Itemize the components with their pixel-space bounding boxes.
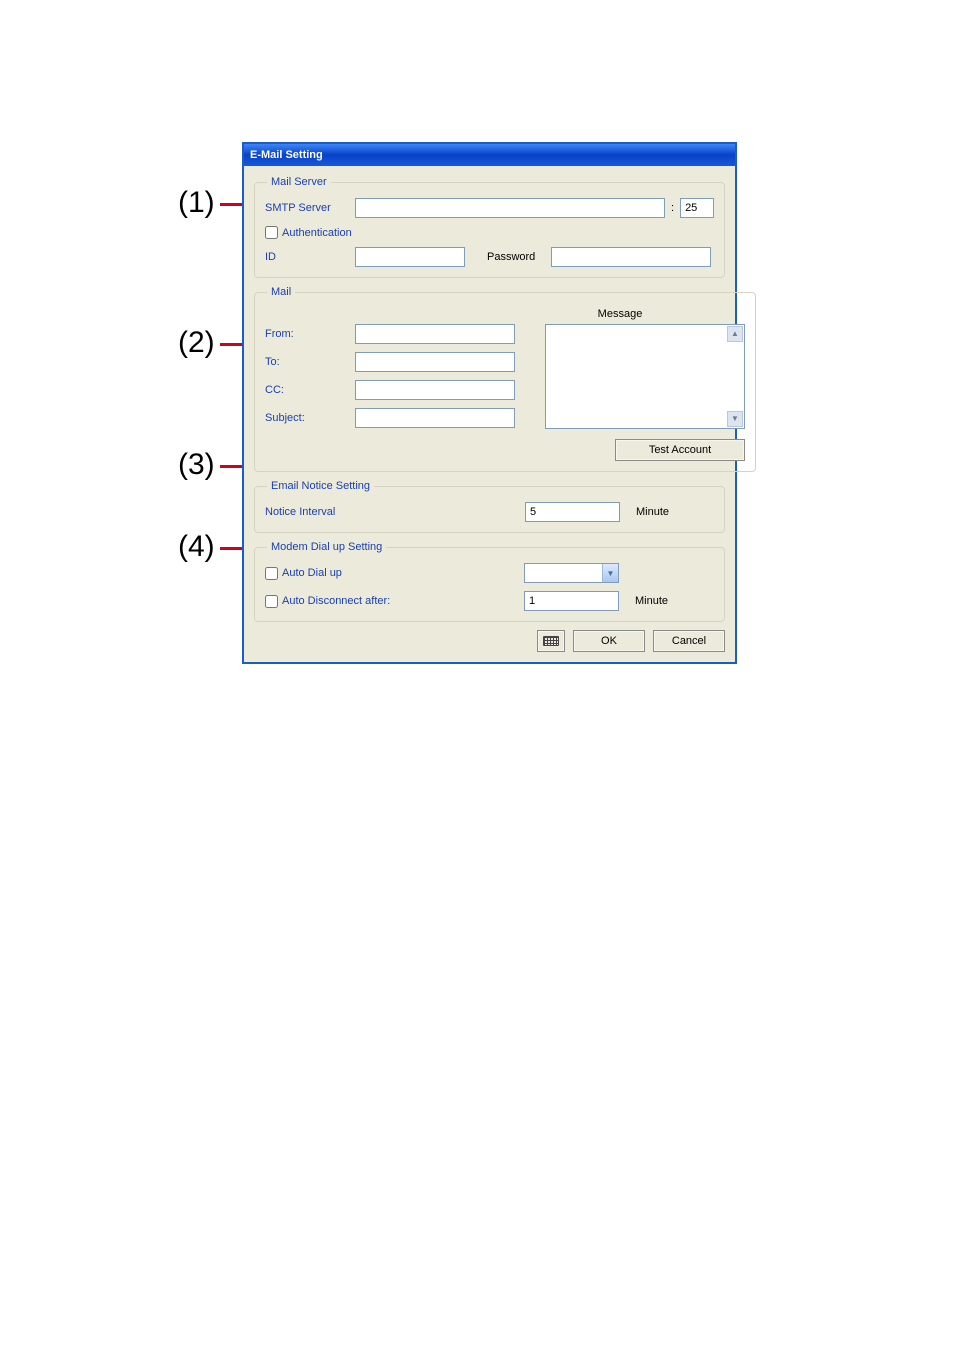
- label-id: ID: [265, 251, 355, 263]
- auto-dialup-combo[interactable]: ▼: [524, 563, 619, 583]
- label-from: From:: [265, 328, 355, 340]
- chevron-down-icon[interactable]: ▼: [602, 564, 618, 582]
- callout-4: (4): [178, 530, 215, 564]
- auto-dialup-checkbox[interactable]: [265, 567, 278, 580]
- label-cc: CC:: [265, 384, 355, 396]
- label-auto-disconnect-unit: Minute: [635, 595, 668, 607]
- legend-email-notice: Email Notice Setting: [267, 480, 374, 492]
- message-textarea[interactable]: ▲ ▼: [545, 324, 745, 429]
- label-notice-unit: Minute: [636, 506, 669, 518]
- legend-mail: Mail: [267, 286, 295, 298]
- auto-disconnect-checkbox[interactable]: [265, 595, 278, 608]
- label-auto-disconnect: Auto Disconnect after:: [282, 595, 524, 607]
- test-account-button[interactable]: Test Account: [615, 439, 745, 461]
- group-email-notice: Email Notice Setting Notice Interval Min…: [254, 480, 725, 533]
- scroll-down-icon[interactable]: ▼: [727, 411, 743, 427]
- email-setting-dialog: E-Mail Setting Mail Server SMTP Server :…: [242, 142, 737, 664]
- authentication-checkbox[interactable]: [265, 226, 278, 239]
- ok-button[interactable]: OK: [573, 630, 645, 652]
- legend-mail-server: Mail Server: [267, 176, 331, 188]
- password-input[interactable]: [551, 247, 711, 267]
- to-input[interactable]: [355, 352, 515, 372]
- scroll-up-icon[interactable]: ▲: [727, 326, 743, 342]
- smtp-port-input[interactable]: [680, 198, 714, 218]
- group-mail-server: Mail Server SMTP Server : Authentication…: [254, 176, 725, 278]
- smtp-server-input[interactable]: [355, 198, 665, 218]
- id-input[interactable]: [355, 247, 465, 267]
- label-message-header: Message: [265, 308, 745, 320]
- auto-disconnect-input[interactable]: [524, 591, 619, 611]
- group-modem-dialup: Modem Dial up Setting Auto Dial up ▼ Aut…: [254, 541, 725, 622]
- label-auto-dialup: Auto Dial up: [282, 567, 524, 579]
- label-notice-interval: Notice Interval: [265, 506, 525, 518]
- callout-2: (2): [178, 326, 215, 360]
- group-mail: Mail Message From: To: CC:: [254, 286, 756, 472]
- auto-dialup-selected: [525, 564, 602, 582]
- callout-1: (1): [178, 186, 215, 220]
- cancel-button[interactable]: Cancel: [653, 630, 725, 652]
- subject-input[interactable]: [355, 408, 515, 428]
- window-title: E-Mail Setting: [250, 149, 323, 161]
- title-bar: E-Mail Setting: [244, 144, 735, 166]
- label-password: Password: [487, 251, 535, 263]
- keyboard-icon: [543, 636, 559, 646]
- label-subject: Subject:: [265, 412, 355, 424]
- cc-input[interactable]: [355, 380, 515, 400]
- callout-3: (3): [178, 448, 215, 482]
- smtp-port-colon: :: [671, 202, 674, 214]
- virtual-keyboard-button[interactable]: [537, 630, 565, 652]
- legend-modem-dialup: Modem Dial up Setting: [267, 541, 386, 553]
- label-to: To:: [265, 356, 355, 368]
- from-input[interactable]: [355, 324, 515, 344]
- label-authentication: Authentication: [282, 227, 352, 239]
- label-smtp-server: SMTP Server: [265, 202, 355, 214]
- notice-interval-input[interactable]: [525, 502, 620, 522]
